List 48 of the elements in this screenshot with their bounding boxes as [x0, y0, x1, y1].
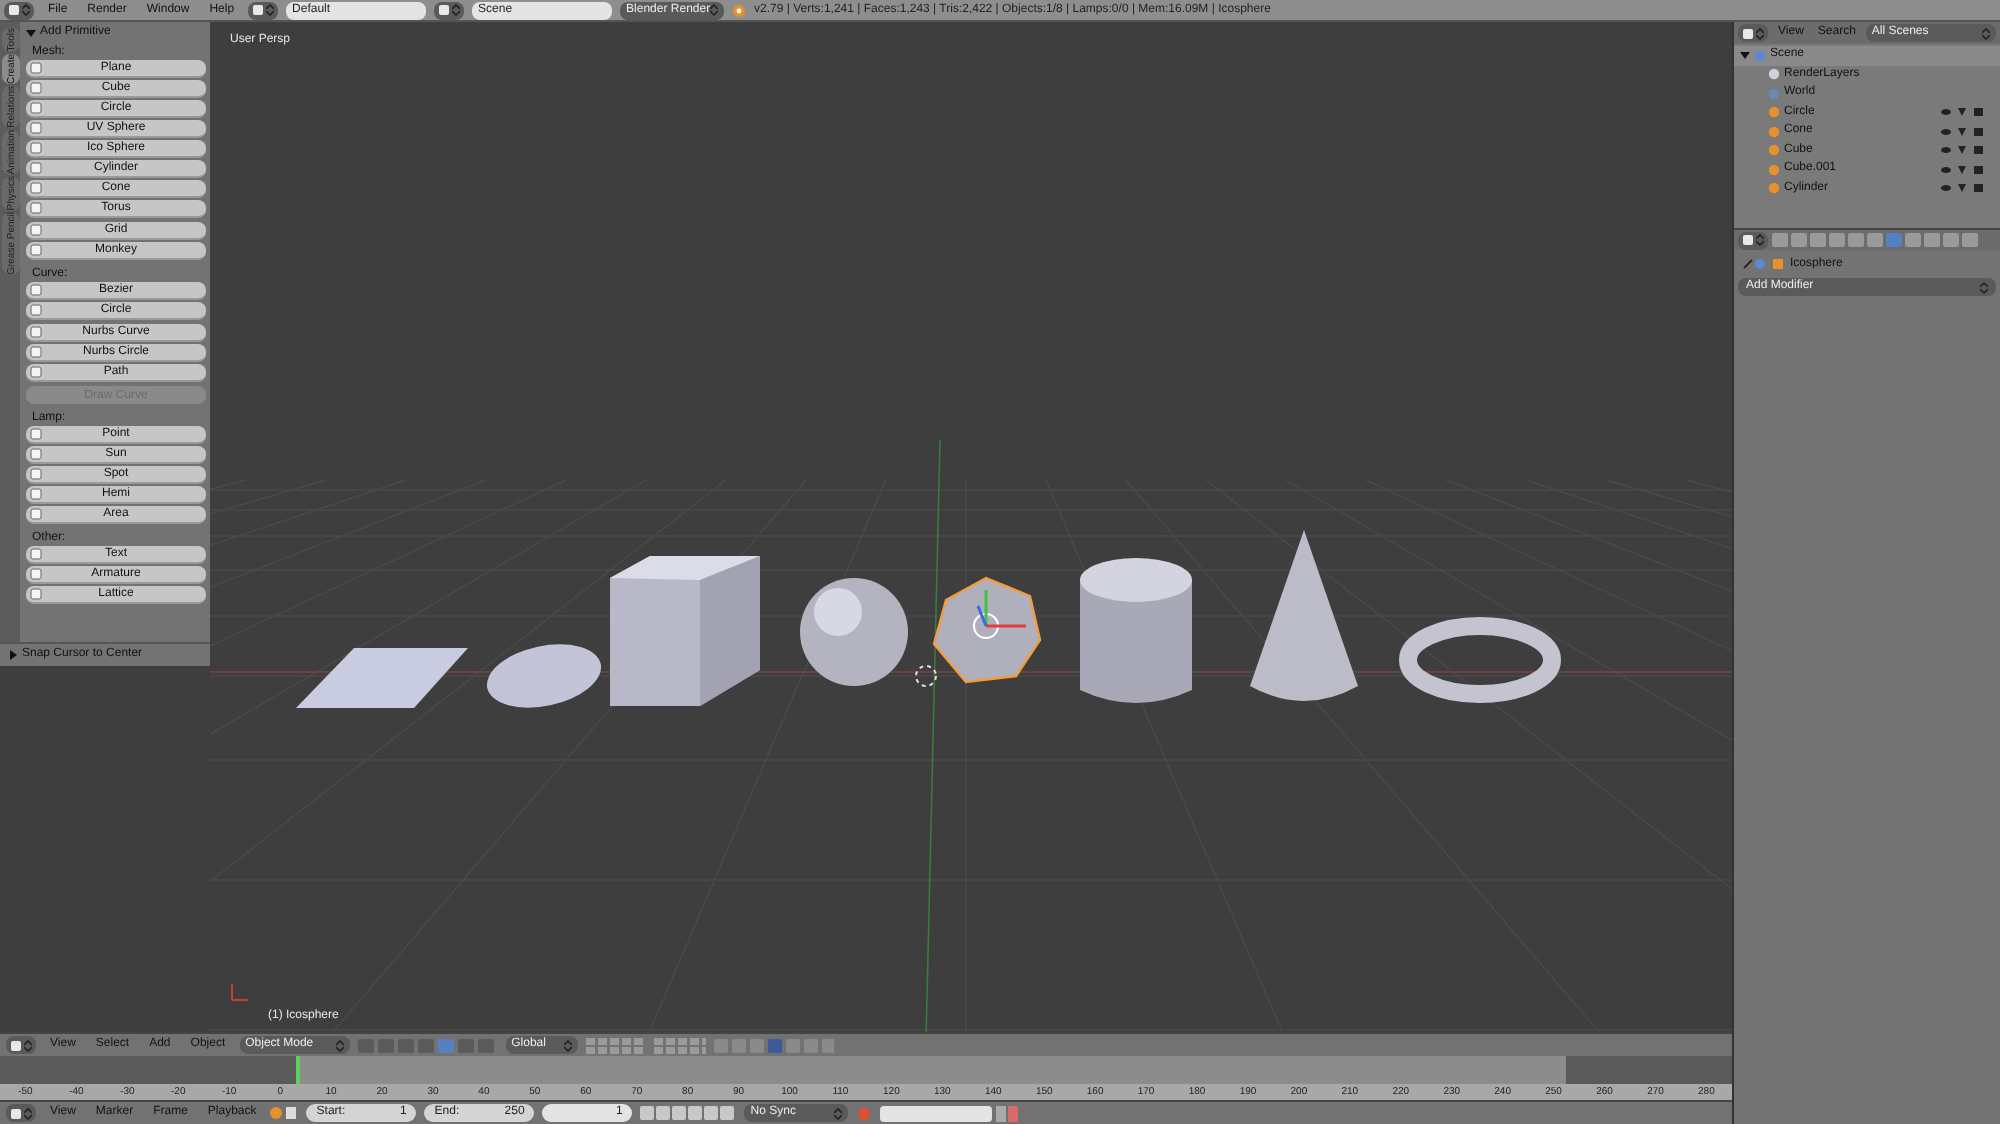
editor-type-icon — [252, 4, 265, 16]
scene-icon — [1754, 49, 1766, 62]
disclosure-triangle-icon[interactable] — [8, 650, 18, 660]
editor-type-button[interactable] — [434, 1, 465, 19]
axis-gizmo-icon — [231, 983, 249, 1001]
dropdown-caret-icon — [710, 4, 719, 16]
editor-type-button[interactable] — [4, 1, 34, 19]
visibility-icons[interactable] — [1940, 182, 1984, 195]
editor-type-button[interactable] — [6, 1036, 36, 1054]
snap-render-icons[interactable] — [713, 1037, 834, 1053]
editor-type-button[interactable] — [248, 1, 279, 19]
visibility-icons[interactable] — [1940, 163, 1984, 176]
caret-icon — [24, 1107, 32, 1119]
editor-type-icon — [8, 4, 20, 16]
caret-icon — [266, 4, 275, 16]
visibility-icons[interactable] — [1940, 125, 1984, 138]
visibility-icons[interactable] — [1940, 106, 1984, 119]
editor-type-button[interactable] — [6, 1104, 36, 1122]
disclosure-triangle-icon[interactable] — [1740, 50, 1750, 61]
keying-set-field[interactable] — [880, 1105, 1021, 1121]
editor-type-icon — [10, 1039, 22, 1051]
3d-cursor-icon — [915, 665, 937, 687]
editor-type-icon — [1742, 234, 1754, 246]
link-icon — [1742, 258, 1766, 270]
current-frame-line — [296, 1056, 300, 1084]
object-icon — [1772, 258, 1784, 270]
caret-icon — [1756, 27, 1764, 39]
editor-type-button[interactable] — [1738, 231, 1768, 249]
world-icon — [1768, 87, 1780, 100]
editor-type-button[interactable] — [1738, 24, 1768, 42]
visibility-icons[interactable] — [1940, 144, 1984, 157]
dropdown-caret-icon — [1980, 281, 1988, 293]
caret-icon — [24, 1039, 32, 1051]
caret-icon — [452, 4, 461, 16]
dropdown-caret-icon — [834, 1107, 843, 1119]
dropdown-caret-icon — [335, 1039, 344, 1051]
caret-icon — [1756, 234, 1764, 246]
editor-type-icon — [1742, 27, 1754, 39]
editor-type-icon — [10, 1107, 22, 1119]
editor-type-icon — [438, 4, 451, 16]
playback-controls-icon[interactable] — [640, 1106, 737, 1120]
caret-icon — [22, 4, 30, 16]
disclosure-triangle-icon[interactable] — [26, 27, 36, 37]
layers-icon — [1768, 68, 1780, 81]
blender-logo-icon — [732, 3, 747, 17]
range-lock-icon[interactable] — [270, 1106, 299, 1120]
dropdown-caret-icon — [563, 1039, 572, 1051]
dropdown-caret-icon — [1982, 27, 1990, 39]
